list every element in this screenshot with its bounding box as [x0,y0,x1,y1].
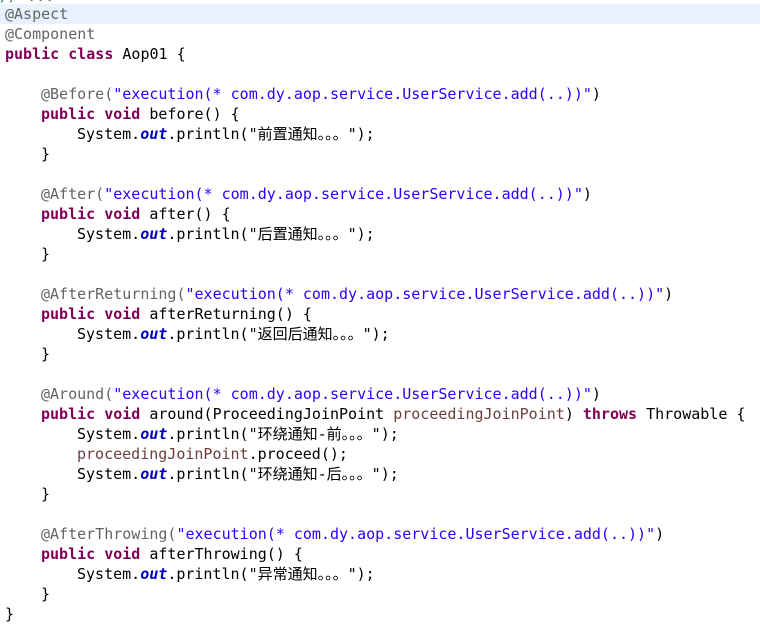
static-field-text: out [140,465,168,483]
string-literal: "execution(* com.dy.aop.service.UserServ… [113,85,592,103]
code-line[interactable]: public void afterThrowing() { [0,544,760,564]
method-signature: around(ProceedingJoinPoint [140,405,394,423]
annotation-text: @Component [5,25,96,43]
method-signature: before() { [140,105,240,123]
call-text: .println( [167,465,249,483]
call-text: .println( [167,125,249,143]
static-field-text: out [140,425,168,443]
code-line[interactable]: @Around("execution(* com.dy.aop.service.… [0,384,760,404]
string-literal: "异常通知。。。" [248,565,357,583]
keyword-text: public void [41,405,141,423]
method-signature: after() { [140,205,231,223]
string-literal: "环绕通知-前。。。" [248,425,381,443]
code-line[interactable]: System.out.println("异常通知。。。"); [0,564,760,584]
brace-text: } [41,345,51,363]
call-end-text: ); [356,125,375,143]
paren-text: ) [564,405,583,423]
system-text: System. [77,225,141,243]
code-line[interactable]: System.out.println("后置通知。。。"); [0,224,760,244]
class-name-text: Aop01 { [113,45,186,63]
call-end-text: ); [380,425,399,443]
code-line[interactable]: @AfterThrowing("execution(* com.dy.aop.s… [0,524,760,544]
brace-text: } [41,585,51,603]
annotation-text: @Before( [41,85,114,103]
string-literal: "环绕通知-后。。。" [248,465,381,483]
code-line[interactable]: @After("execution(* com.dy.aop.service.U… [0,184,760,204]
static-field-text: out [140,325,168,343]
string-literal: "后置通知。。。" [248,225,357,243]
code-line[interactable]: @Before("execution(* com.dy.aop.service.… [0,84,760,104]
paren-text: ) [655,525,665,543]
system-text: System. [77,125,141,143]
method-signature: afterThrowing() { [140,545,303,563]
code-line[interactable]: } [0,604,760,624]
brace-text: } [5,605,15,623]
code-line[interactable]: proceedingJoinPoint.proceed(); [0,444,760,464]
code-line[interactable]: } [0,144,760,164]
string-literal: "execution(* com.dy.aop.service.UserServ… [113,385,592,403]
static-field-text: out [140,125,168,143]
annotation-text: @Around( [41,385,114,403]
code-line[interactable]: @AfterReturning("execution(* com.dy.aop.… [0,284,760,304]
call-text: .println( [167,225,249,243]
keyword-text: public class [5,45,114,63]
call-text: .println( [167,425,249,443]
paren-text: ) [664,285,674,303]
call-end-text: ); [371,325,390,343]
code-line[interactable]: public void before() { [0,104,760,124]
string-literal: "前置通知。。。" [248,125,357,143]
brace-text: } [41,485,51,503]
parameter-text: proceedingJoinPoint [77,445,249,463]
code-line[interactable]: System.out.println("环绕通知-前。。。"); [0,424,760,444]
annotation-text: @After( [41,185,105,203]
code-line[interactable]: public void after() { [0,204,760,224]
code-line[interactable]: System.out.println("环绕通知-后。。。"); [0,464,760,484]
exception-type-text: Throwable { [637,405,746,423]
annotation-text: @AfterReturning( [41,285,186,303]
method-signature: afterReturning() { [140,305,312,323]
string-literal: "execution(* com.dy.aop.service.UserServ… [185,285,665,303]
annotation-text: @Aspect [5,5,69,23]
static-field-text: out [140,225,168,243]
code-line[interactable]: System.out.println("返回后通知。。。"); [0,324,760,344]
keyword-text: public void [41,305,141,323]
code-line[interactable]: @Aspect [0,4,760,24]
string-literal: "execution(* com.dy.aop.service.UserServ… [176,525,656,543]
code-line[interactable]: } [0,344,760,364]
system-text: System. [77,325,141,343]
paren-text: ) [591,385,601,403]
system-text: System. [77,425,141,443]
parameter-text: proceedingJoinPoint [393,405,565,423]
string-literal: "返回后通知。。。" [248,325,372,343]
code-line[interactable]: } [0,244,760,264]
call-end-text: ); [380,465,399,483]
paren-text: ) [591,85,601,103]
code-line[interactable]: } [0,484,760,504]
static-field-text: out [140,565,168,583]
call-end-text: ); [356,565,375,583]
keyword-text: public void [41,545,141,563]
code-line[interactable]: public void afterReturning() { [0,304,760,324]
string-literal: "execution(* com.dy.aop.service.UserServ… [104,185,583,203]
keyword-text: public void [41,105,141,123]
brace-text: } [41,245,51,263]
code-line[interactable]: } [0,584,760,604]
keyword-text: public void [41,205,141,223]
system-text: System. [77,565,141,583]
brace-text: } [41,145,51,163]
call-end-text: ); [356,225,375,243]
call-text: .proceed(); [248,445,348,463]
code-line[interactable]: @Component [0,24,760,44]
code-editor[interactable]: // ... @Aspect @Component public class A… [0,0,760,629]
paren-text: ) [582,185,592,203]
throws-keyword: throws [582,405,638,423]
system-text: System. [77,465,141,483]
call-text: .println( [167,565,249,583]
code-line[interactable]: System.out.println("前置通知。。。"); [0,124,760,144]
annotation-text: @AfterThrowing( [41,525,177,543]
code-line[interactable]: public class Aop01 { [0,44,760,64]
code-line[interactable]: public void around(ProceedingJoinPoint p… [0,404,760,424]
call-text: .println( [167,325,249,343]
